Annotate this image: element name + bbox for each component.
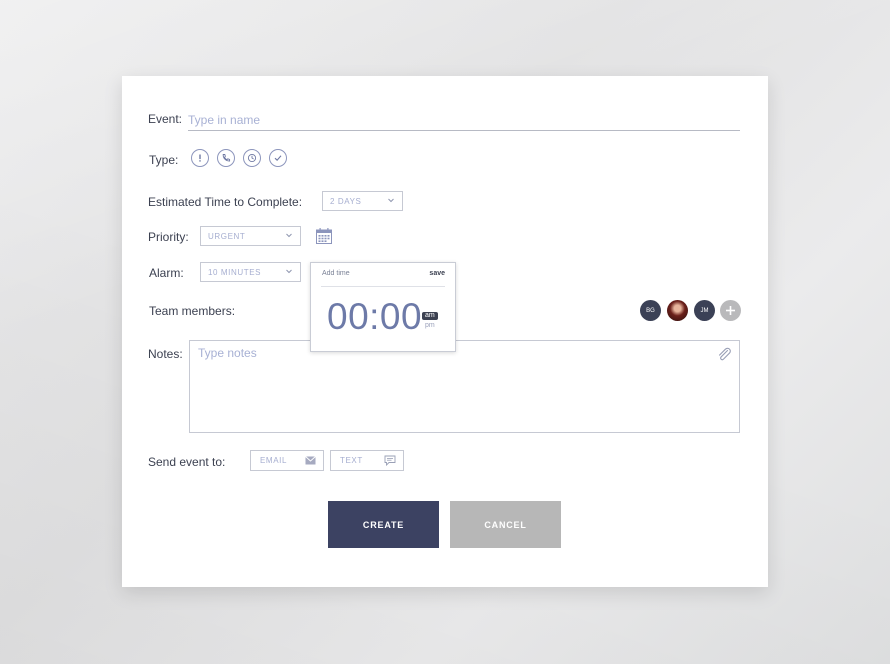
estimated-time-label: Estimated Time to Complete: <box>148 195 303 209</box>
popup-divider <box>321 286 445 287</box>
send-text-label: TEXT <box>340 456 363 465</box>
notes-label: Notes: <box>148 347 183 361</box>
event-label: Event: <box>148 112 183 126</box>
avatar-bg[interactable]: BG <box>640 300 661 321</box>
priority-value: URGENT <box>208 231 246 241</box>
paperclip-icon[interactable] <box>716 346 732 362</box>
phone-icon[interactable] <box>217 149 235 167</box>
chevron-down-icon <box>286 269 292 274</box>
plus-icon <box>726 306 735 315</box>
exclamation-icon[interactable] <box>191 149 209 167</box>
alarm-select[interactable]: 10 MINUTES <box>200 262 301 282</box>
calendar-icon[interactable] <box>315 227 333 245</box>
priority-label: Priority: <box>148 230 189 244</box>
add-member-button[interactable] <box>720 300 741 321</box>
create-button[interactable]: CREATE <box>328 501 439 548</box>
add-time-title: Add time <box>322 270 350 277</box>
time-display[interactable]: 00:00 <box>327 296 422 338</box>
add-time-popup: Add time save 00:00 am pm <box>310 262 456 352</box>
estimated-time-value: 2 DAYS <box>330 196 362 206</box>
chevron-down-icon <box>388 198 394 203</box>
am-toggle[interactable]: am <box>422 312 438 320</box>
send-email-label: EMAIL <box>260 456 288 465</box>
avatar-jm[interactable]: JM <box>694 300 715 321</box>
type-label: Type: <box>149 153 179 167</box>
check-icon[interactable] <box>269 149 287 167</box>
send-event-label: Send event to: <box>148 455 226 469</box>
pm-toggle[interactable]: pm <box>425 322 435 329</box>
chevron-down-icon <box>286 233 292 238</box>
save-time-button[interactable]: save <box>429 270 445 277</box>
alarm-label: Alarm: <box>149 266 184 280</box>
avatar-initials: JM <box>700 307 709 314</box>
chat-bubble-icon <box>384 455 396 466</box>
event-form-card: Event: Type: Estimated Time to Complete:… <box>122 76 768 587</box>
cancel-button[interactable]: CANCEL <box>450 501 561 548</box>
estimated-time-select[interactable]: 2 DAYS <box>322 191 403 211</box>
team-members-label: Team members: <box>149 304 236 318</box>
clock-icon[interactable] <box>243 149 261 167</box>
send-email-button[interactable]: EMAIL <box>250 450 324 471</box>
notes-textarea[interactable] <box>189 340 740 433</box>
event-name-input[interactable] <box>188 110 740 131</box>
send-text-button[interactable]: TEXT <box>330 450 404 471</box>
envelope-icon <box>305 456 316 465</box>
avatar-photo[interactable] <box>667 300 688 321</box>
avatar-initials: BG <box>646 307 655 314</box>
alarm-value: 10 MINUTES <box>208 267 262 277</box>
priority-select[interactable]: URGENT <box>200 226 301 246</box>
